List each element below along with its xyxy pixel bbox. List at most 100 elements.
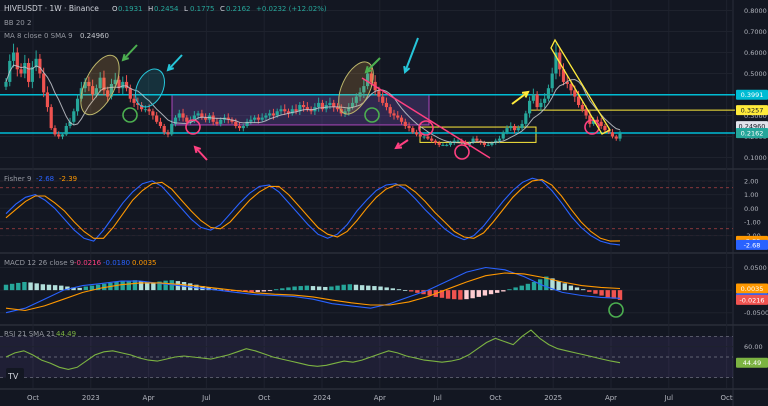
- x-tick-label: Oct: [489, 394, 501, 402]
- x-tick-label: Oct: [258, 394, 270, 402]
- fisher-value-tag-text: -2.68: [744, 241, 761, 249]
- x-tick-label: Jul: [432, 394, 442, 402]
- macd-histogram-bar: [3, 284, 9, 291]
- macd-histogram-bar: [77, 287, 82, 291]
- x-tick-label: 2024: [313, 394, 331, 402]
- macd-histogram-bar: [495, 290, 500, 293]
- candle-body: [610, 132, 615, 137]
- candle-body: [192, 115, 196, 120]
- macd-value-tag-text: 0.0035: [741, 285, 764, 293]
- candle-body: [539, 102, 543, 108]
- candle-body: [38, 58, 42, 74]
- candle-body: [388, 107, 392, 114]
- macd-histogram-bar: [304, 285, 310, 291]
- macd-histogram-bar: [59, 285, 64, 291]
- macd-histogram-bar: [525, 283, 531, 291]
- x-tick-label: Apr: [143, 394, 155, 402]
- macd-histogram-bar: [378, 286, 383, 291]
- macd-histogram-bar: [46, 284, 52, 291]
- ma-indicator-value: 0.24960: [80, 32, 109, 40]
- x-tick-label: 2025: [544, 394, 562, 402]
- candle-body: [53, 128, 57, 135]
- candle-body: [11, 52, 16, 61]
- macd-value-b: -0.0180: [103, 259, 130, 267]
- macd-histogram-bar: [34, 283, 39, 291]
- macd-histogram-bar: [384, 287, 389, 291]
- macd-histogram-bar: [464, 290, 469, 300]
- candle-body: [155, 115, 159, 122]
- macd-histogram-bar: [16, 282, 21, 291]
- macd-histogram-bar: [605, 290, 610, 298]
- candle-body: [294, 109, 298, 112]
- ohlc-label: H: [148, 5, 153, 13]
- candle-body: [501, 132, 505, 139]
- ma-indicator-label: MA 8 close 0 SMA 9: [4, 32, 73, 40]
- macd-histogram-bar: [507, 289, 512, 291]
- macd-histogram-bar: [366, 285, 371, 291]
- macd-histogram-bar: [120, 281, 125, 291]
- macd-histogram-bar: [556, 281, 561, 291]
- trading-chart[interactable]: Oct 2023 Apr Jul Oct 2024 Apr Jul Oct 2025 Apr Jul O…: [0, 0, 768, 406]
- fisher-axis-tick: 1.00: [744, 191, 758, 199]
- candle-body: [550, 73, 554, 89]
- candle-body: [147, 109, 151, 112]
- candle-body: [170, 123, 174, 135]
- candle-body: [535, 94, 539, 108]
- macd-histogram-bar: [599, 290, 604, 296]
- candle-body: [433, 140, 438, 143]
- ohlc-value: 0.1775: [190, 5, 215, 13]
- candle-body: [381, 96, 385, 103]
- macd-histogram-bar: [409, 290, 414, 292]
- candle-body: [482, 142, 486, 145]
- candle-body: [422, 136, 426, 138]
- candle-body: [448, 142, 453, 145]
- macd-histogram-bar: [488, 290, 494, 295]
- rsi-value: 44.49: [56, 330, 76, 338]
- candle-body: [166, 132, 170, 135]
- ohlc-value: 0.2454: [154, 5, 179, 13]
- macd-histogram-bar: [298, 286, 303, 291]
- candle-body: [445, 144, 449, 146]
- candle-body: [520, 123, 524, 129]
- candle-body: [475, 138, 479, 141]
- candle-body: [264, 115, 268, 118]
- candle-body: [271, 113, 276, 116]
- candle-body: [411, 128, 415, 133]
- macd-histogram-bar: [341, 284, 346, 291]
- macd-histogram-bar: [163, 280, 168, 291]
- macd-axis-tick: 0.0500: [744, 264, 767, 272]
- candle-body: [143, 109, 147, 111]
- macd-histogram-bar: [126, 280, 131, 291]
- macd-histogram-bar: [255, 290, 260, 292]
- candle-body: [328, 102, 332, 105]
- macd-histogram-bar: [28, 282, 33, 291]
- candle-body: [4, 81, 8, 87]
- macd-histogram-bar: [476, 290, 481, 297]
- candle-body: [45, 92, 50, 108]
- price-axis-tick: 0.6000: [744, 49, 767, 57]
- candle-body: [75, 98, 80, 112]
- candle-body: [430, 138, 434, 141]
- candle-body: [260, 117, 264, 120]
- macd-histogram-bar: [452, 290, 457, 300]
- candle-body: [124, 81, 129, 89]
- macd-histogram-bar: [280, 288, 285, 291]
- candle-body: [618, 133, 622, 139]
- candle-body: [128, 88, 132, 99]
- candle-body: [23, 63, 27, 74]
- fisher-axis-tick: -1.00: [744, 218, 761, 226]
- candle-body: [158, 121, 163, 126]
- x-tick-label: Oct: [721, 394, 733, 402]
- ohlc-label: L: [184, 5, 188, 13]
- price-level-value: 0.3257: [741, 107, 764, 115]
- candle-body: [181, 113, 185, 118]
- candle-body: [121, 81, 125, 89]
- macd-histogram-bar: [52, 285, 58, 291]
- macd-value-a: -0.0216: [74, 259, 102, 267]
- macd-histogram-bar: [445, 290, 451, 299]
- candle-body: [399, 117, 404, 122]
- price-axis-tick: 0.5000: [744, 70, 767, 78]
- candle-body: [437, 142, 441, 145]
- candle-body: [234, 121, 238, 126]
- macd-histogram-bar: [587, 290, 592, 292]
